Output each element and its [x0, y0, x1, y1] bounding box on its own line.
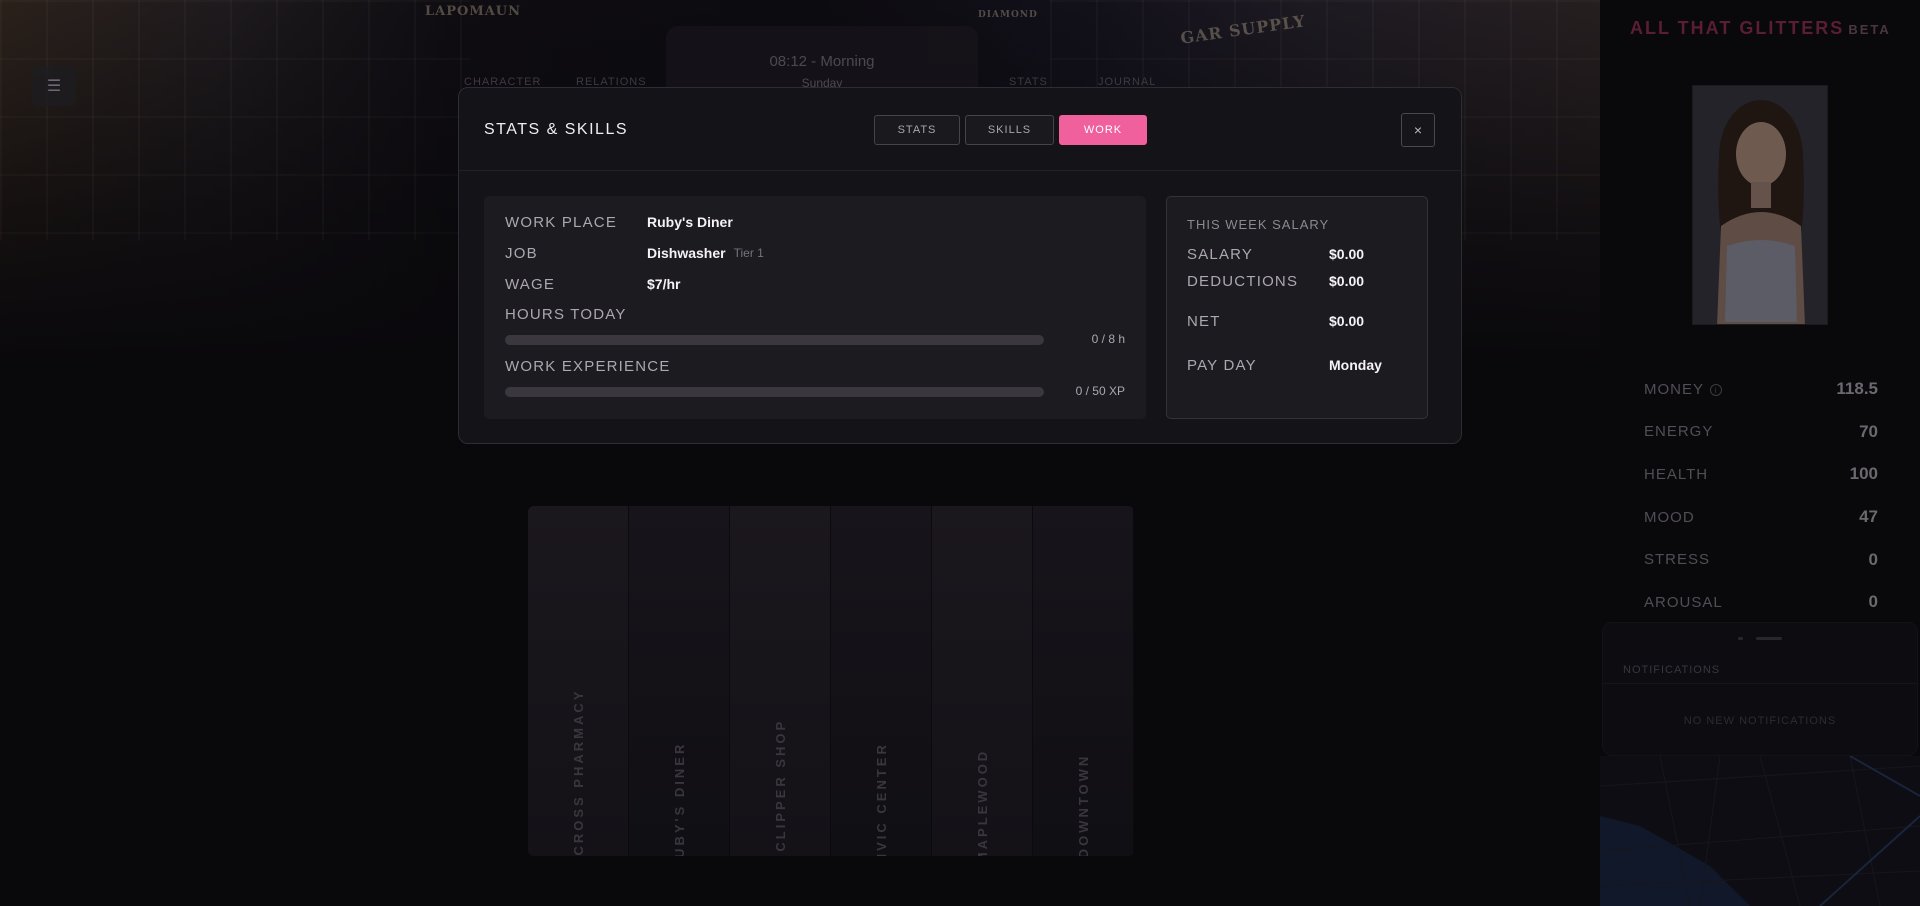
wage-value: $7/hr	[647, 276, 681, 292]
stat-arousal: AROUSAL 0	[1644, 581, 1878, 624]
deductions-value: $0.00	[1329, 273, 1365, 289]
stat-value: 70	[1859, 421, 1878, 441]
location-label: MAPLEWOOD	[974, 748, 990, 856]
character-portrait-image	[1693, 86, 1827, 324]
stat-money: MONEY i 118.5	[1644, 368, 1878, 411]
hamburger-icon: ☰	[46, 78, 62, 95]
stat-value: 118.5	[1836, 379, 1878, 399]
location-downtown[interactable]: DOWNTOWN	[1033, 506, 1134, 856]
close-icon: ×	[1413, 122, 1423, 138]
stat-label: STRESS	[1644, 551, 1711, 569]
payday-row: PAY DAY Monday	[1187, 355, 1382, 375]
job-row: JOB Dishwasher Tier 1	[505, 243, 764, 263]
hours-today-label: HOURS TODAY	[505, 306, 627, 323]
location-label: CIVIC CENTER	[873, 742, 889, 856]
net-row: NET $0.00	[1187, 311, 1364, 331]
xp-progress-bar	[505, 387, 1044, 397]
mini-map[interactable]	[1600, 756, 1920, 906]
stat-label: ENERGY	[1644, 423, 1714, 441]
salary-card-title: THIS WEEK SALARY	[1187, 217, 1330, 232]
net-value: $0.00	[1329, 313, 1365, 329]
net-label: NET	[1187, 312, 1221, 330]
modal-title: STATS & SKILLS	[484, 121, 629, 138]
building-facade-left	[0, 0, 470, 240]
stat-label: MONEY	[1644, 380, 1705, 398]
notifications-empty: NO NEW NOTIFICATIONS	[1683, 715, 1837, 727]
hours-value: 0 / 8 h	[1091, 332, 1125, 346]
stat-value: 0	[1868, 549, 1878, 569]
character-portrait[interactable]	[1692, 85, 1828, 325]
divider	[1603, 683, 1917, 684]
salary-row: SALARY $0.00	[1187, 244, 1364, 264]
app-title: ALL THAT GLITTERS	[1630, 18, 1845, 38]
payday-value: Monday	[1329, 357, 1382, 373]
stat-value: 47	[1859, 507, 1878, 527]
weekly-salary-card: THIS WEEK SALARY SALARY $0.00 DEDUCTIONS…	[1166, 196, 1428, 419]
wage-row: WAGE $7/hr	[505, 274, 680, 294]
clock-time: 08:12 - Morning	[769, 53, 875, 70]
modal-tabs: STATS SKILLS WORK	[874, 115, 1147, 145]
location-civic-center[interactable]: CIVIC CENTER	[831, 506, 932, 856]
tab-stats[interactable]: STATS	[874, 115, 960, 145]
xp-value: 0 / 50 XP	[1075, 384, 1125, 398]
character-sidebar: ALL THAT GLITTERS BETA MONEY i 118.5 ENERG…	[1600, 0, 1920, 906]
deductions-row: DEDUCTIONS $0.00	[1187, 271, 1364, 291]
stat-energy: ENERGY 70	[1644, 411, 1878, 454]
tab-work[interactable]: WORK	[1059, 115, 1147, 145]
beta-badge: BETA	[1848, 22, 1891, 37]
wage-label: WAGE	[505, 275, 556, 293]
notifications-title: NOTIFICATIONS	[1623, 664, 1721, 676]
salary-label: SALARY	[1187, 245, 1254, 263]
notifications-panel: NOTIFICATIONS NO NEW NOTIFICATIONS	[1602, 622, 1918, 756]
stat-label: MOOD	[1644, 508, 1695, 526]
location-green-cross-pharmacy[interactable]: GREEN CROSS PHARMACY	[528, 506, 629, 856]
location-selector: GREEN CROSS PHARMACY RUBY'S DINER THE CL…	[528, 506, 1134, 856]
stat-label: HEALTH	[1644, 465, 1709, 483]
tab-skills[interactable]: SKILLS	[965, 115, 1054, 145]
location-label: RUBY'S DINER	[671, 741, 687, 856]
work-experience-label: WORK EXPERIENCE	[505, 358, 671, 375]
deductions-label: DEDUCTIONS	[1187, 272, 1299, 290]
mini-map-graphic	[1600, 756, 1920, 906]
location-label: DOWNTOWN	[1075, 753, 1091, 856]
info-icon[interactable]: i	[1710, 383, 1723, 396]
work-details-card: WORK PLACE Ruby's Diner JOB Dishwasher T…	[484, 196, 1146, 419]
work-place-label: WORK PLACE	[505, 213, 618, 231]
work-place-value: Ruby's Diner	[647, 214, 733, 230]
shop-sign: DIAMOND	[978, 10, 1038, 20]
salary-value: $0.00	[1329, 246, 1365, 262]
stat-stress: STRESS 0	[1644, 538, 1878, 581]
location-label: THE CLIPPER SHOP	[772, 718, 788, 856]
app-brand: ALL THAT GLITTERS BETA	[1630, 18, 1891, 39]
job-label: JOB	[505, 244, 538, 262]
stats-skills-modal: STATS & SKILLS STATS SKILLS WORK × WORK …	[458, 87, 1462, 444]
payday-label: PAY DAY	[1187, 356, 1257, 374]
stat-mood: MOOD 47	[1644, 496, 1878, 539]
location-clipper-shop[interactable]: THE CLIPPER SHOP	[730, 506, 831, 856]
location-label: GREEN CROSS PHARMACY	[570, 688, 586, 856]
stat-health: HEALTH 100	[1644, 453, 1878, 496]
modal-header: STATS & SKILLS STATS SKILLS WORK ×	[459, 88, 1461, 171]
location-rubys-diner[interactable]: RUBY'S DINER	[629, 506, 730, 856]
close-button[interactable]: ×	[1401, 113, 1435, 147]
menu-button[interactable]: ☰	[32, 66, 76, 106]
job-value: Dishwasher	[647, 245, 726, 261]
hours-progress-bar	[505, 335, 1044, 345]
location-maplewood[interactable]: MAPLEWOOD	[932, 506, 1033, 856]
drag-handle-icon[interactable]	[1738, 637, 1782, 640]
stat-label: AROUSAL	[1644, 593, 1723, 611]
stat-value: 0	[1868, 592, 1878, 612]
shop-sign: LAPOMAUN	[425, 4, 522, 19]
job-tier: Tier 1	[733, 246, 764, 260]
stats-list: MONEY i 118.5 ENERGY 70 HEALTH 100 MOOD 4…	[1644, 368, 1878, 624]
work-place-row: WORK PLACE Ruby's Diner	[505, 212, 733, 232]
stat-value: 100	[1849, 464, 1878, 484]
